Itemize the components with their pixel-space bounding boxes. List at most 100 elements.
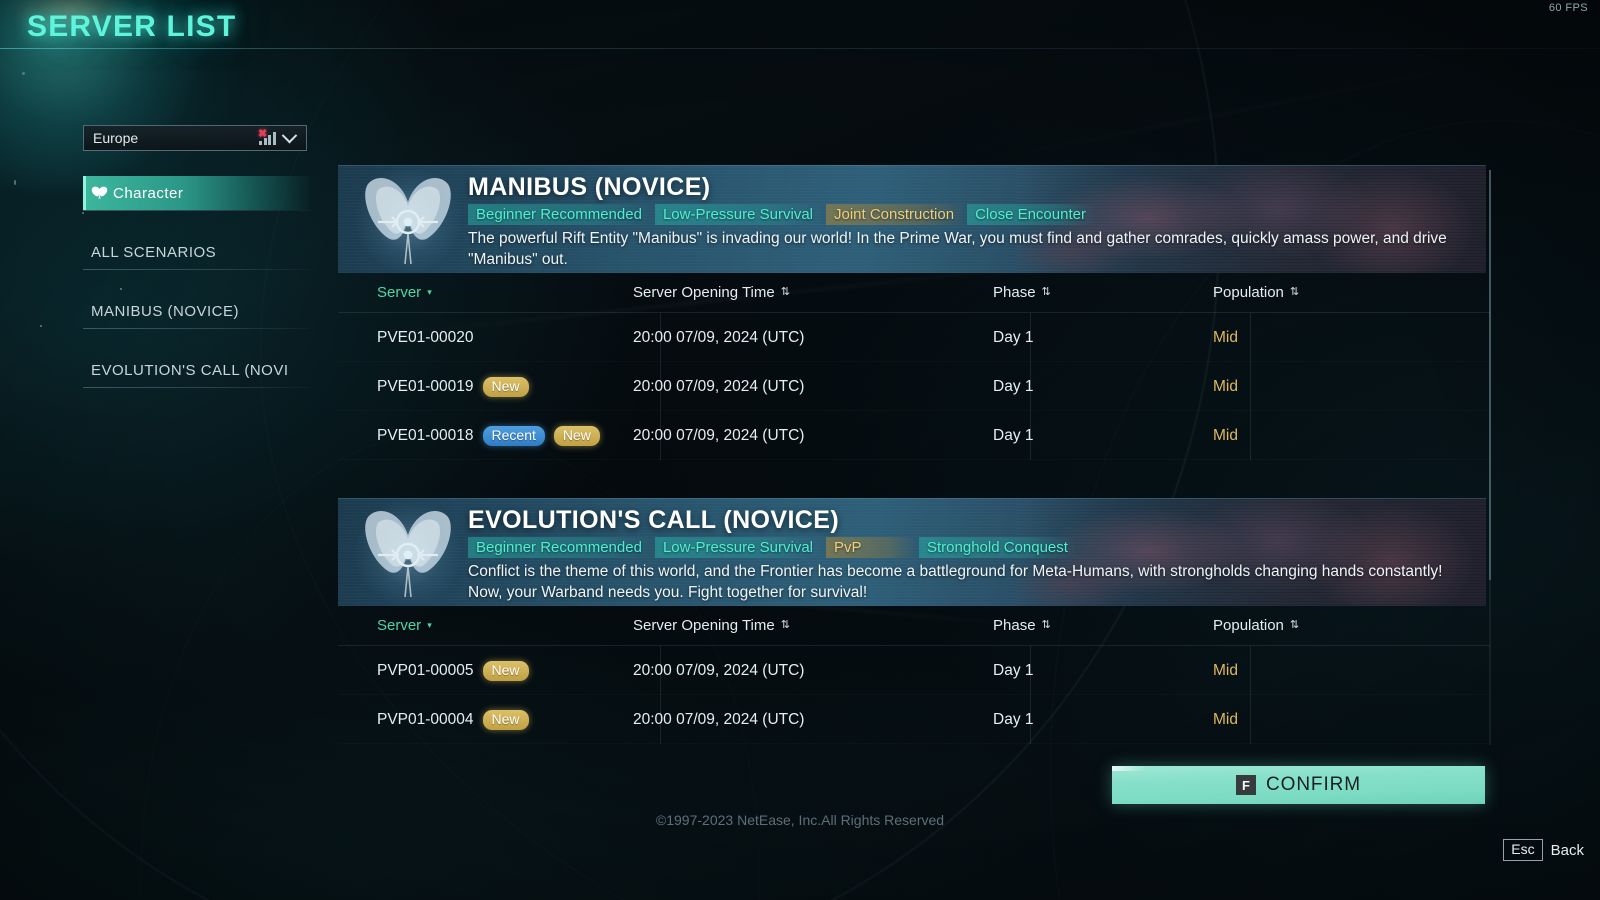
cell-server: PVE01-00019 New xyxy=(338,376,633,397)
moth-emblem-icon xyxy=(354,501,462,605)
scenario-banner-manibus: MANIBUS (NOVICE) Beginner Recommended Lo… xyxy=(338,165,1486,273)
back-hint[interactable]: Esc Back xyxy=(1503,839,1584,861)
table-row[interactable]: PVE01-00020 20:00 07/09, 2024 (UTC) Day … xyxy=(338,313,1490,362)
fps-counter: 60 FPS xyxy=(1548,2,1588,14)
cell-phase: Day 1 xyxy=(993,377,1034,395)
scenario-tag: Close Encounter xyxy=(967,204,1094,225)
page-title: SERVER LIST xyxy=(27,10,237,43)
scenario-tag: Beginner Recommended xyxy=(468,537,650,558)
cell-phase: Day 1 xyxy=(993,328,1034,346)
cell-phase: Day 1 xyxy=(993,710,1034,728)
header-bar: SERVER LIST 60 FPS xyxy=(0,0,1600,58)
confirm-button[interactable]: F CONFIRM xyxy=(1112,766,1485,804)
table-row[interactable]: PVE01-00018 Recent New 20:00 07/09, 2024… xyxy=(338,411,1490,460)
column-header-label: Phase xyxy=(993,617,1036,634)
status-badge-new: New xyxy=(482,376,529,397)
status-badge-new: New xyxy=(553,425,600,446)
cell-opening-time: 20:00 07/09, 2024 (UTC) xyxy=(633,377,805,395)
scenario-tag: Joint Construction xyxy=(826,204,963,225)
column-header-server[interactable]: Server ▾ xyxy=(338,617,633,634)
scenario-description: Conflict is the theme of this world, and… xyxy=(468,563,1443,601)
server-table-manibus: Server ▾ Server Opening Time ⇅ Phase ⇅ P… xyxy=(338,273,1490,460)
status-badge-new: New xyxy=(482,709,529,730)
cell-server: PVE01-00018 Recent New xyxy=(338,425,633,446)
sidebar-item-label: ALL SCENARIOS xyxy=(91,243,217,261)
header-divider xyxy=(0,48,1600,49)
status-badge-new: New xyxy=(482,660,529,681)
column-header-opening-time[interactable]: Server Opening Time ⇅ xyxy=(633,284,993,301)
scrollbar-track[interactable] xyxy=(1489,170,1491,745)
server-table-evolutions-call: Server ▾ Server Opening Time ⇅ Phase ⇅ P… xyxy=(338,606,1490,744)
server-name: PVE01-00020 xyxy=(377,328,474,346)
table-row[interactable]: PVP01-00004 New 20:00 07/09, 2024 (UTC) … xyxy=(338,695,1490,744)
scenario-description: The powerful Rift Entity "Manibus" is in… xyxy=(468,230,1447,268)
cell-population: Mid xyxy=(1213,710,1238,728)
column-header-label: Population xyxy=(1213,617,1284,634)
sidebar-divider xyxy=(83,387,310,388)
column-header-server[interactable]: Server ▾ xyxy=(338,284,633,301)
column-header-population[interactable]: Population ⇅ xyxy=(1213,617,1443,634)
sidebar-item-manibus-novice[interactable]: MANIBUS (NOVICE) xyxy=(83,294,310,328)
server-name: PVE01-00018 xyxy=(377,426,474,444)
column-header-phase[interactable]: Phase ⇅ xyxy=(993,617,1213,634)
scenario-title: EVOLUTION'S CALL (NOVICE) xyxy=(468,506,840,534)
table-header-row: Server ▾ Server Opening Time ⇅ Phase ⇅ P… xyxy=(338,273,1490,313)
column-header-label: Server Opening Time xyxy=(633,284,775,301)
key-hint-esc: Esc xyxy=(1503,839,1543,861)
cell-population: Mid xyxy=(1213,661,1238,679)
signal-unavailable-mark: ✖ xyxy=(258,127,268,140)
chevron-down-icon xyxy=(281,127,298,143)
scenario-tag: PvP xyxy=(826,537,914,558)
server-name: PVP01-00004 xyxy=(377,710,474,728)
cell-server: PVE01-00020 xyxy=(338,329,633,347)
scrollbar-thumb[interactable] xyxy=(1489,170,1491,580)
scenario-banner-evolutions-call: EVOLUTION'S CALL (NOVICE) Beginner Recom… xyxy=(338,498,1486,606)
column-header-opening-time[interactable]: Server Opening Time ⇅ xyxy=(633,617,993,634)
sidebar-item-character[interactable]: Character xyxy=(83,176,310,210)
cell-server: PVP01-00004 New xyxy=(338,709,633,730)
sort-arrows-icon: ⇅ xyxy=(1289,619,1300,631)
moth-icon xyxy=(91,186,108,200)
cell-population: Mid xyxy=(1213,426,1238,444)
scenario-tag: Low-Pressure Survival xyxy=(654,537,821,558)
server-name: PVE01-00019 xyxy=(377,377,474,395)
column-header-population[interactable]: Population ⇅ xyxy=(1213,284,1443,301)
cell-population: Mid xyxy=(1213,328,1238,346)
column-header-label: Population xyxy=(1213,284,1284,301)
cell-opening-time: 20:00 07/09, 2024 (UTC) xyxy=(633,328,805,346)
chevron-down-icon: ▾ xyxy=(427,620,432,630)
scenario-tag: Beginner Recommended xyxy=(468,204,650,225)
sidebar-item-all-scenarios[interactable]: ALL SCENARIOS xyxy=(83,235,310,269)
cell-server: PVP01-00005 New xyxy=(338,660,633,681)
scenario-tag: Low-Pressure Survival xyxy=(654,204,821,225)
key-hint-f: F xyxy=(1236,775,1257,795)
signal-bars-icon: ✖ xyxy=(258,127,276,145)
column-header-label: Server Opening Time xyxy=(633,617,775,634)
scenario-tag-row: Beginner Recommended Low-Pressure Surviv… xyxy=(468,537,1476,558)
table-row[interactable]: PVP01-00005 New 20:00 07/09, 2024 (UTC) … xyxy=(338,646,1490,695)
scenario-tag: Stronghold Conquest xyxy=(919,537,1076,558)
sidebar-item-evolutions-call-novice[interactable]: EVOLUTION'S CALL (NOVI xyxy=(83,353,310,387)
server-list-scroll-area[interactable]: MANIBUS (NOVICE) Beginner Recommended Lo… xyxy=(338,165,1490,750)
column-header-label: Server xyxy=(377,284,422,301)
region-dropdown[interactable]: Europe ✖ xyxy=(83,125,307,151)
sort-arrows-icon: ⇅ xyxy=(1041,619,1051,631)
server-name: PVP01-00005 xyxy=(377,661,474,679)
sidebar-item-label: MANIBUS (NOVICE) xyxy=(91,302,240,320)
column-header-phase[interactable]: Phase ⇅ xyxy=(993,284,1213,301)
table-row[interactable]: PVE01-00019 New 20:00 07/09, 2024 (UTC) … xyxy=(338,362,1490,411)
cell-phase: Day 1 xyxy=(993,661,1034,679)
scenario-title: MANIBUS (NOVICE) xyxy=(468,173,711,201)
cell-population: Mid xyxy=(1213,377,1238,395)
confirm-button-label: CONFIRM xyxy=(1266,774,1361,795)
region-dropdown-value: Europe xyxy=(93,130,139,146)
sort-arrows-icon: ⇅ xyxy=(1041,286,1051,298)
scenario-tag-row: Beginner Recommended Low-Pressure Surviv… xyxy=(468,204,1476,225)
cell-opening-time: 20:00 07/09, 2024 (UTC) xyxy=(633,661,805,679)
chevron-down-icon: ▾ xyxy=(427,287,432,297)
status-badge-recent: Recent xyxy=(482,425,545,446)
